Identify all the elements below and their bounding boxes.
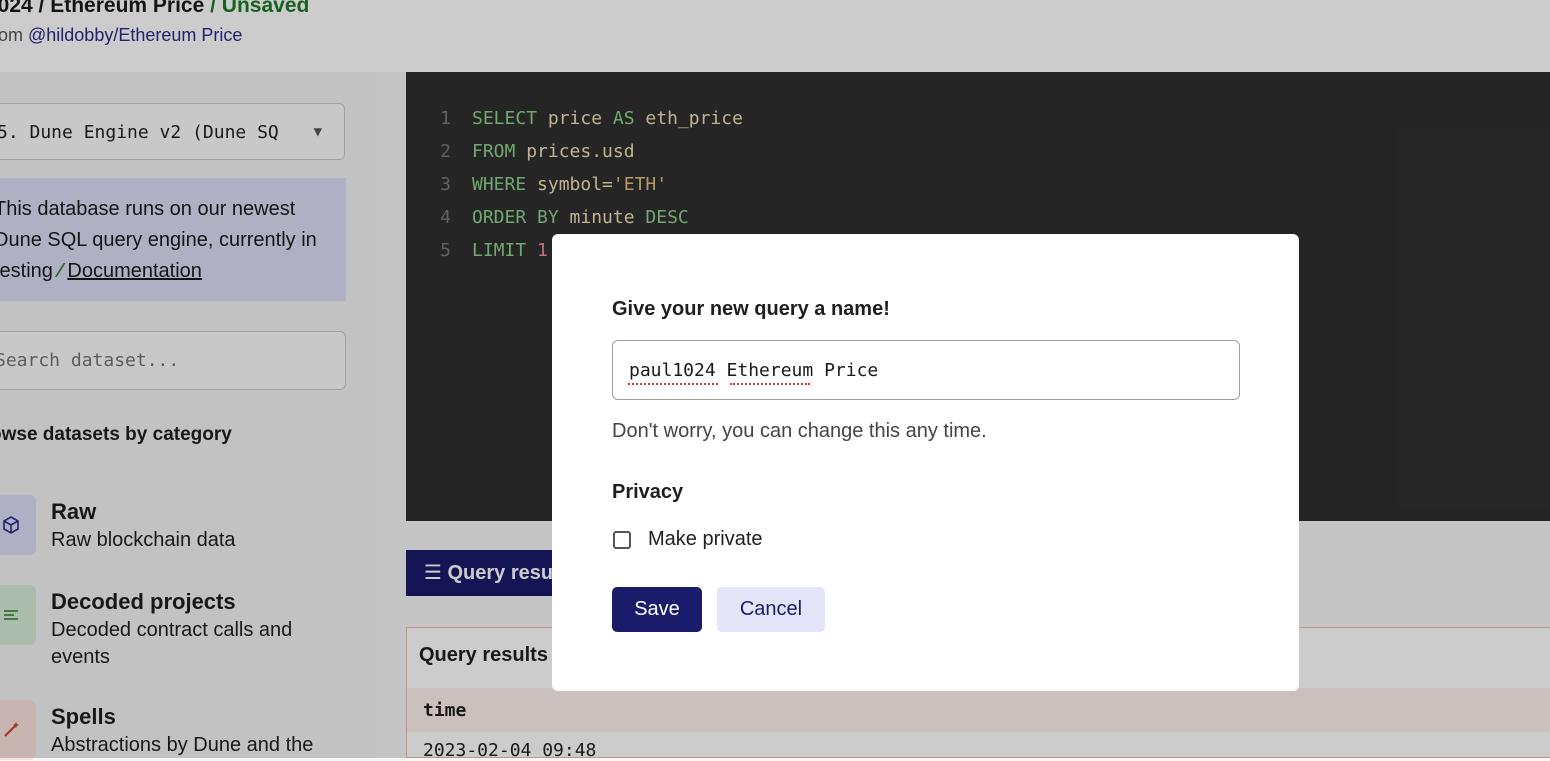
helper-text: Don't worry, you can change this any tim…: [612, 420, 987, 442]
make-private-label[interactable]: Make private: [648, 528, 763, 551]
spellcheck-underline: [730, 381, 810, 385]
cancel-button[interactable]: Cancel: [717, 587, 825, 632]
spellcheck-underline: [628, 381, 718, 385]
make-private-checkbox[interactable]: [613, 531, 631, 549]
privacy-label: Privacy: [612, 481, 684, 503]
dialog-title: Give your new query a name!: [612, 298, 890, 320]
save-query-dialog: Give your new query a name! Don't worry,…: [552, 234, 1299, 691]
query-name-input[interactable]: [612, 340, 1240, 400]
save-button[interactable]: Save: [612, 587, 702, 632]
